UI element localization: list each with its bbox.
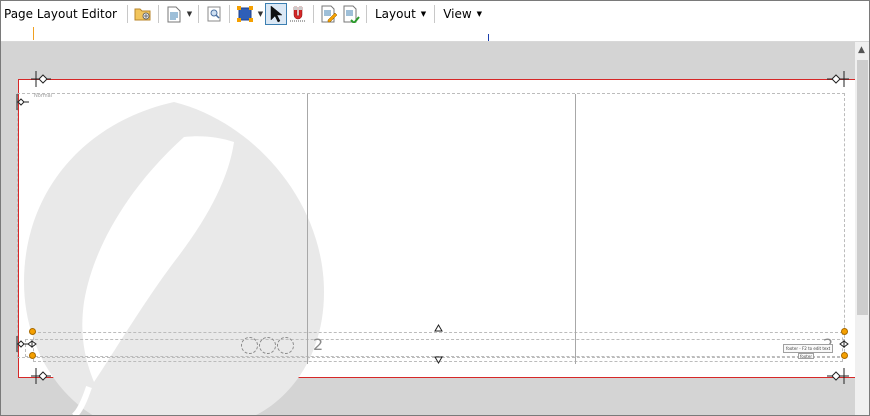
- edit-page-button[interactable]: [318, 3, 340, 25]
- frame-select-icon: [237, 6, 253, 22]
- resize-handle[interactable]: [29, 352, 36, 359]
- layout-menu-label: Layout: [375, 7, 416, 21]
- footer-tooltip: footer - F2 to edit text: [783, 344, 834, 353]
- pointer-icon: [270, 5, 283, 23]
- scrollbar-thumb[interactable]: [857, 60, 868, 315]
- toolbar-separator: [158, 5, 159, 23]
- edit-page-alt-icon: [343, 5, 360, 23]
- page-number-placeholder-circle: [277, 337, 294, 354]
- chevron-down-icon: ▼: [420, 10, 427, 18]
- chevron-down-icon: ▼: [186, 10, 193, 18]
- toolbar: Page Layout Editor ▼ ▼ Layout ▼ View ▼: [1, 1, 869, 27]
- open-folder-icon: [134, 8, 151, 21]
- footer-tooltip-small: footer: [798, 353, 814, 359]
- open-folder-button[interactable]: [132, 3, 154, 25]
- toolbar-separator: [198, 5, 199, 23]
- frame-select-button[interactable]: [234, 3, 256, 25]
- page-template-icon: [167, 6, 181, 22]
- page-template-button[interactable]: [163, 3, 185, 25]
- ruler-cursor-marker: [488, 34, 489, 41]
- horizontal-ruler[interactable]: [1, 27, 869, 42]
- vertical-scrollbar[interactable]: ▲: [855, 42, 869, 415]
- layout-canvas[interactable]: Normal 2 2 footer - F2 to edit text foot…: [1, 42, 855, 415]
- toolbar-separator: [366, 5, 367, 23]
- editor-title: Page Layout Editor: [4, 7, 117, 21]
- pointer-tool-button[interactable]: [265, 3, 287, 25]
- corner-marker-icon[interactable]: [31, 368, 51, 384]
- chevron-down-icon: ▼: [476, 10, 483, 18]
- corner-marker-icon[interactable]: [31, 71, 51, 87]
- page-template-dropdown[interactable]: ▼: [185, 3, 194, 25]
- column-divider-2[interactable]: [575, 94, 576, 364]
- preview-button[interactable]: [203, 3, 225, 25]
- footer-inner-guide: [25, 339, 845, 357]
- edit-page-alt-button[interactable]: [340, 3, 362, 25]
- resize-handle[interactable]: [841, 328, 848, 335]
- resize-handle[interactable]: [841, 352, 848, 359]
- chevron-down-icon: ▼: [257, 10, 264, 18]
- page-number-placeholder-circle: [241, 337, 258, 354]
- toolbar-separator: [434, 5, 436, 23]
- left-margin-marker-icon[interactable]: [15, 94, 29, 110]
- view-menu-label: View: [443, 7, 472, 21]
- snap-magnet-button[interactable]: [287, 3, 309, 25]
- page-layout-editor-window: Page Layout Editor ▼ ▼ Layout ▼ View ▼ N…: [0, 0, 870, 416]
- preview-icon: [207, 6, 221, 22]
- resize-handle[interactable]: [29, 328, 36, 335]
- toolbar-separator: [127, 5, 128, 23]
- scroll-up-arrow-icon[interactable]: ▲: [858, 45, 865, 55]
- paragraph-style-label: Normal: [34, 93, 53, 99]
- right-footer-arrow-icon[interactable]: [839, 340, 849, 348]
- page-number-left[interactable]: 2: [313, 335, 323, 354]
- page-number-placeholder-circle: [259, 337, 276, 354]
- left-footer-arrow-icon[interactable]: [27, 340, 37, 348]
- toolbar-separator: [313, 5, 314, 23]
- footer-bottom-handle-icon[interactable]: [434, 356, 443, 364]
- ruler-indent-marker[interactable]: [33, 27, 34, 40]
- layout-menu[interactable]: Layout ▼: [371, 7, 430, 21]
- footer-top-handle-icon[interactable]: [434, 324, 443, 332]
- margin-guide: [17, 93, 845, 358]
- edit-page-icon: [321, 5, 338, 23]
- view-menu[interactable]: View ▼: [439, 7, 486, 21]
- frame-select-dropdown[interactable]: ▼: [256, 3, 265, 25]
- corner-marker-icon[interactable]: [827, 368, 849, 384]
- toolbar-separator: [229, 5, 230, 23]
- corner-marker-icon[interactable]: [827, 71, 849, 87]
- magnet-icon: [290, 6, 306, 22]
- column-divider-1[interactable]: [307, 94, 308, 364]
